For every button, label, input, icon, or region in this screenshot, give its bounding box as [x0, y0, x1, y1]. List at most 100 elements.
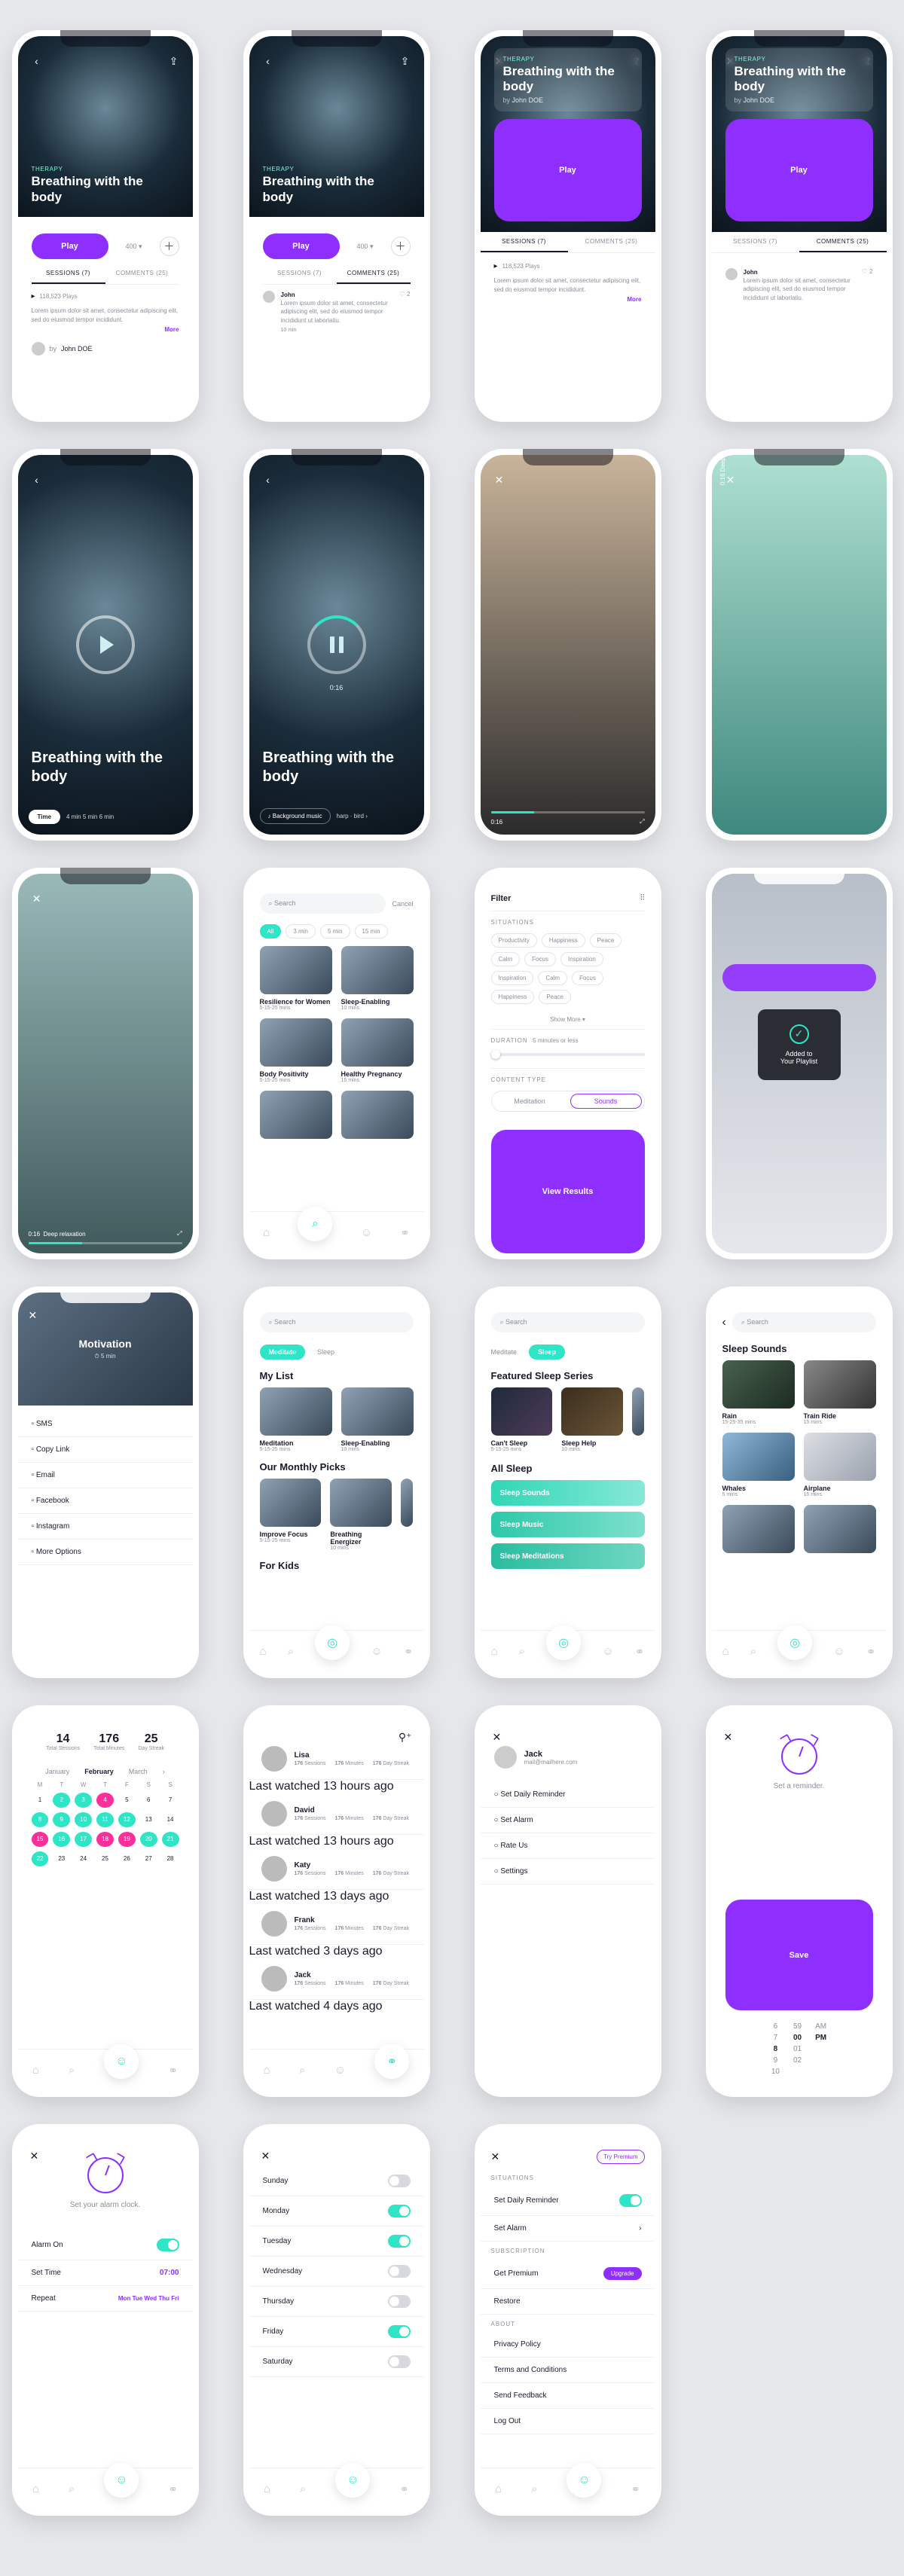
toggle[interactable]	[388, 2295, 411, 2308]
close-icon[interactable]: ✕	[261, 2150, 270, 2162]
card[interactable]	[341, 1091, 414, 1139]
fullscreen-icon[interactable]: ⤢	[640, 818, 644, 826]
calendar-day[interactable]: 8	[32, 1812, 49, 1827]
toggle[interactable]	[619, 2194, 642, 2207]
play-button[interactable]: Play	[32, 233, 108, 259]
calendar-day[interactable]: 18	[96, 1832, 114, 1847]
try-premium[interactable]: Try Premium	[597, 2150, 644, 2164]
calendar-day[interactable]: 5	[118, 1793, 136, 1808]
calendar-day[interactable]: 27	[140, 1851, 157, 1866]
card[interactable]: Healthy Pregnancy15 mins	[341, 1018, 414, 1083]
tab-profile-icon[interactable]: ☺	[361, 1226, 372, 1239]
calendar-day[interactable]: 3	[75, 1793, 92, 1808]
back-icon[interactable]: ‹	[260, 53, 276, 69]
tab-meditate[interactable]: Meditate	[491, 1344, 518, 1360]
ct-sounds[interactable]: Sounds	[568, 1091, 644, 1111]
card[interactable]	[260, 1091, 332, 1139]
play-button[interactable]: Play	[725, 119, 873, 221]
duration-slider[interactable]	[491, 1053, 645, 1056]
calendar-day[interactable]: 9	[53, 1812, 70, 1827]
menu-item[interactable]: ○ Settings	[481, 1859, 655, 1885]
more-link[interactable]: More	[32, 326, 179, 333]
chip[interactable]: Calm	[491, 952, 521, 966]
chip[interactable]: Inspiration	[491, 971, 534, 985]
card[interactable]: Sleep-Enabling10 mins	[341, 946, 414, 1011]
chip[interactable]: 15 min	[355, 924, 388, 939]
search-input[interactable]: ⌕ Search	[491, 1312, 645, 1332]
calendar-day[interactable]: 15	[32, 1832, 49, 1847]
sleep-row[interactable]: Sleep Sounds	[491, 1480, 645, 1506]
friend-row[interactable]: Lisa176 Sessions176 Minutes176 Day Strea…	[249, 1738, 424, 1780]
calendar-day[interactable]: 12	[118, 1812, 136, 1827]
time-picker[interactable]: 678910 59000102 AMPM	[712, 2022, 887, 2076]
chip[interactable]: Focus	[572, 971, 603, 985]
calendar-day[interactable]: 14	[162, 1812, 179, 1827]
calendar-day[interactable]: 26	[118, 1851, 136, 1866]
row-logout[interactable]: Log Out	[481, 2409, 655, 2434]
share-icon[interactable]: ⇪	[166, 53, 182, 69]
share-icon[interactable]: ⇪	[397, 53, 414, 69]
chip[interactable]: Inspiration	[560, 952, 603, 966]
tab-comments[interactable]: COMMENTS (25)	[799, 232, 887, 252]
view-results-button[interactable]: View Results	[491, 1130, 645, 1253]
row-repeat[interactable]: Repeat Mon Tue Wed Thu Fri	[18, 2286, 193, 2312]
author[interactable]: by John DOE	[32, 342, 179, 356]
chip[interactable]: 3 min	[286, 924, 316, 939]
back-icon[interactable]: ‹	[722, 1316, 726, 1329]
friend-row[interactable]: David176 Sessions176 Minutes176 Day Stre…	[249, 1793, 424, 1835]
video-scrubber[interactable]: 0:16⤢	[491, 811, 645, 826]
card[interactable]: Body Positivity5-15-25 mins	[260, 1018, 332, 1083]
toggle[interactable]	[388, 2355, 411, 2368]
toggle-alarm[interactable]	[157, 2239, 179, 2251]
add-icon[interactable]: ＋	[160, 237, 179, 256]
chip-time[interactable]: Time	[29, 810, 61, 824]
calendar-day[interactable]: 6	[140, 1793, 157, 1808]
play-button[interactable]	[76, 615, 135, 674]
friend-row[interactable]: Jack176 Sessions176 Minutes176 Day Strea…	[249, 1958, 424, 2000]
filter-icon[interactable]: ⫶⫶	[640, 893, 645, 903]
share-item[interactable]: ▫ Facebook	[18, 1488, 193, 1514]
close-icon[interactable]: ✕	[30, 2150, 39, 2162]
share-item[interactable]: ▫ More Options	[18, 1540, 193, 1565]
calendar-day[interactable]: 4	[96, 1793, 114, 1808]
chip[interactable]: Productivity	[491, 933, 537, 948]
share-item[interactable]: ▫ SMS	[18, 1412, 193, 1437]
back-icon[interactable]: ‹	[29, 53, 45, 69]
menu-item[interactable]: ○ Set Daily Reminder	[481, 1782, 655, 1808]
calendar-day[interactable]: 21	[162, 1832, 179, 1847]
tab-home-icon[interactable]: ⌂	[263, 1226, 270, 1239]
more-link[interactable]: More	[494, 296, 642, 303]
row-terms[interactable]: Terms and Conditions	[481, 2358, 655, 2383]
toggle[interactable]	[388, 2175, 411, 2187]
row-feedback[interactable]: Send Feedback	[481, 2383, 655, 2409]
share-item[interactable]: ▫ Copy Link	[18, 1437, 193, 1463]
toggle[interactable]	[388, 2325, 411, 2338]
calendar-day[interactable]: 13	[140, 1812, 157, 1827]
audio-scrubber[interactable]: 0:16 Deep relaxation⤢	[29, 1225, 182, 1244]
chip[interactable]: Happiness	[491, 990, 535, 1004]
toggle[interactable]	[388, 2205, 411, 2217]
calendar-day[interactable]: 10	[75, 1812, 92, 1827]
like-button[interactable]: ♡ 2	[399, 291, 411, 298]
row-privacy[interactable]: Privacy Policy	[481, 2332, 655, 2358]
calendar-day[interactable]: 19	[118, 1832, 136, 1847]
calendar-day[interactable]: 16	[53, 1832, 70, 1847]
tab-search-icon[interactable]: ⌕	[298, 1207, 332, 1241]
like-button[interactable]: ♡ 2	[862, 268, 873, 275]
cancel-button[interactable]: Cancel	[392, 900, 413, 908]
tab-sessions[interactable]: SESSIONS (7)	[481, 232, 568, 252]
menu-item[interactable]: ○ Set Alarm	[481, 1808, 655, 1833]
save-button[interactable]: Save	[725, 1900, 873, 2010]
chip[interactable]: Calm	[538, 971, 567, 985]
tab-sessions[interactable]: SESSIONS (7)	[712, 232, 799, 252]
tab-meditate[interactable]: Meditate	[260, 1344, 306, 1360]
fullscreen-icon[interactable]: ⤢	[177, 1230, 182, 1238]
upgrade-button[interactable]: Upgrade	[603, 2267, 642, 2280]
tab-sessions[interactable]: SESSIONS (7)	[263, 264, 337, 284]
play-button[interactable]: Play	[494, 119, 642, 221]
search-input[interactable]: ⌕ Search	[732, 1312, 876, 1332]
tab-comments[interactable]: COMMENTS (25)	[105, 264, 179, 284]
tab-sleep[interactable]: Sleep	[529, 1344, 565, 1360]
toggle[interactable]	[388, 2265, 411, 2278]
chip[interactable]: Happiness	[542, 933, 585, 948]
